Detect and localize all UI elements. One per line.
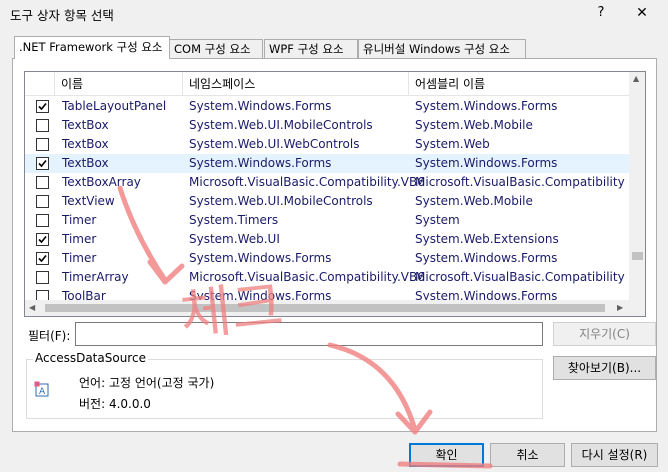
cell-namespace: System.Windows.Forms [189, 251, 332, 265]
table-row[interactable]: TimerArray Microsoft.VisualBasic.Compatib… [25, 268, 629, 287]
cell-name: TimerArray [62, 270, 129, 284]
table-row[interactable]: TextBoxArray Microsoft.VisualBasic.Compat… [25, 173, 629, 192]
window-title: 도구 상자 항목 선택 [10, 8, 114, 23]
col-header-check [25, 72, 55, 96]
cell-namespace: Microsoft.VisualBasic.Compatibility.VB6 [189, 270, 425, 284]
table-row[interactable]: Timer System.Windows.Forms System.Windows.… [25, 249, 629, 268]
cell-assembly: System.Windows.Forms [415, 99, 558, 113]
cell-namespace: System.Windows.Forms [189, 99, 332, 113]
title-bar: 도구 상자 항목 선택 ? ✕ [0, 0, 668, 26]
component-icon: A [34, 381, 49, 397]
cell-name: Timer [62, 251, 97, 265]
checkbox-checked[interactable] [36, 100, 49, 113]
checkbox-unchecked[interactable] [36, 195, 49, 208]
checkbox-unchecked[interactable] [36, 119, 49, 132]
checkmark-icon [38, 235, 47, 244]
checkbox-checked[interactable] [36, 157, 49, 170]
cell-namespace: System.Web.UI.MobileControls [189, 118, 373, 132]
col-header-namespace[interactable]: 네임스페이스 [183, 72, 409, 96]
table-row[interactable]: TextBox System.Windows.Forms System.Window… [25, 154, 629, 173]
cell-assembly: System.Windows.Forms [415, 156, 558, 170]
cell-assembly: Microsoft.VisualBasic.Compatibility [415, 175, 625, 189]
table-row[interactable]: Timer System.Timers System [25, 211, 629, 230]
cell-namespace: System.Web.UI.WebControls [189, 137, 360, 151]
table-row[interactable]: TextBox System.Web.UI.MobileControls Syste… [25, 116, 629, 135]
cell-assembly: System.Windows.Forms [415, 251, 558, 265]
cell-namespace: System.Timers [189, 213, 279, 227]
table-row[interactable]: TextBox System.Web.UI.WebControls System.W… [25, 135, 629, 154]
cell-name: TextBox [62, 156, 109, 170]
component-list[interactable]: 이름 네임스페이스 어셈블리 이름 TableLayoutPanel System… [24, 71, 646, 317]
reset-button[interactable]: 다시 설정(R) [571, 443, 658, 467]
version-info: 버전: 4.0.0.0 [79, 397, 151, 411]
cancel-button[interactable]: 취소 [490, 443, 565, 467]
scroll-up-icon[interactable]: ▲ [633, 74, 639, 83]
horizontal-scroll-thumb[interactable] [45, 304, 605, 312]
svg-text:A: A [39, 387, 46, 397]
checkmark-icon [38, 102, 47, 111]
language-info: 언어: 고정 언어(고정 국가) [79, 376, 215, 390]
cell-assembly: System.Web.Mobile [415, 118, 533, 132]
cell-name: TableLayoutPanel [62, 99, 167, 113]
table-row[interactable]: TextView System.Web.UI.MobileControls Syst… [25, 192, 629, 211]
cell-name: TextBox [62, 137, 109, 151]
checkbox-unchecked[interactable] [36, 214, 49, 227]
cell-name: Timer [62, 213, 97, 227]
cell-namespace: System.Windows.Forms [189, 156, 332, 170]
tab-com[interactable]: COM 구성 요소 [169, 39, 263, 59]
checkmark-icon [38, 159, 47, 168]
cell-namespace: System.Web.UI [189, 232, 280, 246]
clear-button[interactable]: 지우기(C) [553, 322, 656, 346]
cell-namespace: System.Web.UI.MobileControls [189, 194, 373, 208]
filter-label: 필터(F): [28, 329, 71, 343]
close-button[interactable]: ✕ [630, 3, 654, 23]
cell-assembly: System.Web [415, 137, 490, 151]
cell-namespace: Microsoft.VisualBasic.Compatibility.VB6 [189, 175, 425, 189]
scroll-right-icon[interactable]: ▶ [617, 303, 623, 312]
checkbox-checked[interactable] [36, 233, 49, 246]
tab-net-framework[interactable]: .NET Framework 구성 요소 [14, 36, 170, 59]
cell-assembly: Microsoft.VisualBasic.Compatibility [415, 270, 625, 284]
col-header-name[interactable]: 이름 [55, 72, 183, 96]
table-row[interactable]: TableLayoutPanel System.Windows.Forms Syst… [25, 97, 629, 116]
cell-name: TextBoxArray [62, 175, 141, 189]
cell-name: TextView [62, 194, 115, 208]
ok-button[interactable]: 확인 [409, 443, 484, 467]
horizontal-scrollbar[interactable]: ◀ ▶ [25, 300, 645, 316]
scroll-left-icon[interactable]: ◀ [29, 303, 35, 312]
cell-assembly: System [415, 213, 460, 227]
checkbox-unchecked[interactable] [36, 271, 49, 284]
checkbox-unchecked[interactable] [36, 138, 49, 151]
details-group-label: AccessDataSource [33, 351, 148, 365]
cell-assembly: System.Web.Extensions [415, 232, 559, 246]
cell-name: TextBox [62, 118, 109, 132]
tab-wpf[interactable]: WPF 구성 요소 [264, 39, 358, 59]
filter-input[interactable] [75, 322, 543, 346]
vertical-scrollbar[interactable]: ▲ [629, 72, 645, 300]
cell-assembly: System.Web.Mobile [415, 194, 533, 208]
cell-name: Timer [62, 232, 97, 246]
help-button[interactable]: ? [590, 3, 612, 23]
tab-universal-windows[interactable]: 유니버설 Windows 구성 요소 [358, 39, 526, 59]
browse-button[interactable]: 찾아보기(B)... [553, 356, 656, 380]
col-header-assembly[interactable]: 어셈블리 이름 [409, 72, 629, 96]
checkmark-icon [38, 254, 47, 263]
table-row[interactable]: Timer System.Web.UI System.Web.Extensions [25, 230, 629, 249]
checkbox-unchecked[interactable] [36, 176, 49, 189]
checkbox-checked[interactable] [36, 252, 49, 265]
vertical-scroll-thumb[interactable] [632, 252, 643, 260]
